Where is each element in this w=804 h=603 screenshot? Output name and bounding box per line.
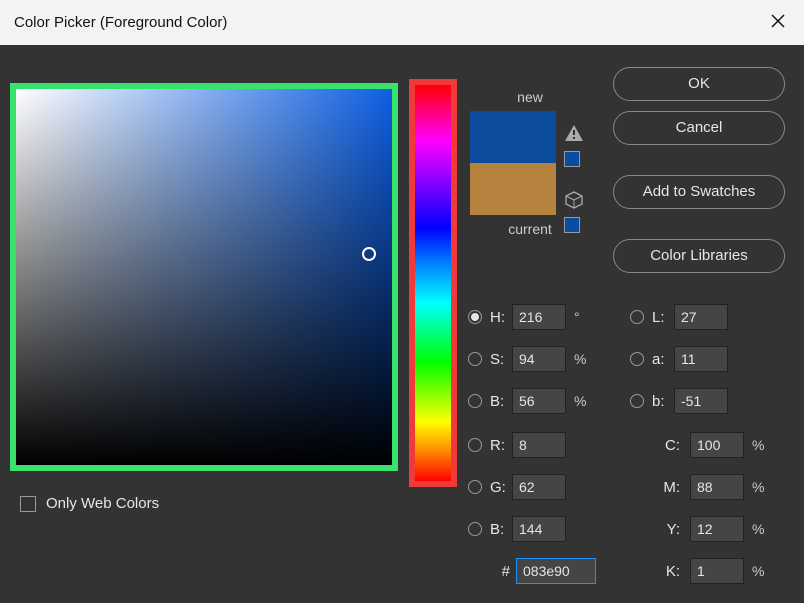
ok-button[interactable]: OK <box>613 67 785 101</box>
b-lab-input[interactable] <box>674 388 728 414</box>
gamut-warning-icon[interactable] <box>564 125 584 145</box>
b-hsb-radio[interactable] <box>468 394 482 408</box>
g-input[interactable] <box>512 474 566 500</box>
current-color-swatch[interactable] <box>470 163 556 215</box>
cancel-button[interactable]: Cancel <box>613 111 785 145</box>
websafe-warning-icon[interactable] <box>564 191 584 211</box>
h-unit: ° <box>574 309 580 325</box>
h-radio[interactable] <box>468 310 482 324</box>
b-rgb-label: B: <box>490 521 512 538</box>
hex-label: # <box>490 563 510 580</box>
titlebar: Color Picker (Foreground Color) <box>0 0 804 45</box>
L-input[interactable] <box>674 304 728 330</box>
hue-strip-highlight <box>409 79 457 487</box>
new-label: new <box>470 89 590 105</box>
saturation-value-field[interactable] <box>16 89 392 465</box>
b-hsb-input[interactable] <box>512 388 566 414</box>
h-input[interactable] <box>512 304 566 330</box>
s-input[interactable] <box>512 346 566 372</box>
a-radio[interactable] <box>630 352 644 366</box>
b-hsb-label: B: <box>490 393 512 410</box>
field-cursor[interactable] <box>362 247 376 261</box>
g-radio[interactable] <box>468 480 482 494</box>
k-input[interactable] <box>690 558 744 584</box>
b-lab-label: b: <box>652 393 674 410</box>
websafe-swatch[interactable] <box>564 217 580 233</box>
hex-input[interactable] <box>516 558 596 584</box>
L-radio[interactable] <box>630 310 644 324</box>
c-unit: % <box>752 437 764 453</box>
window-title: Color Picker (Foreground Color) <box>14 14 227 31</box>
y-unit: % <box>752 521 764 537</box>
a-input[interactable] <box>674 346 728 372</box>
h-label: H: <box>490 309 512 326</box>
m-unit: % <box>752 479 764 495</box>
L-label: L: <box>652 309 674 326</box>
sv-field-highlight <box>10 83 398 471</box>
only-web-checkbox[interactable] <box>20 496 36 512</box>
a-label: a: <box>652 351 674 368</box>
y-label: Y: <box>652 521 680 538</box>
c-input[interactable] <box>690 432 744 458</box>
hue-strip[interactable] <box>415 85 451 481</box>
m-label: M: <box>652 479 680 496</box>
color-libraries-button[interactable]: Color Libraries <box>613 239 785 273</box>
k-label: K: <box>652 563 680 580</box>
s-label: S: <box>490 351 512 368</box>
s-unit: % <box>574 351 586 367</box>
r-label: R: <box>490 437 512 454</box>
k-unit: % <box>752 563 764 579</box>
c-label: C: <box>652 437 680 454</box>
gamut-swatch[interactable] <box>564 151 580 167</box>
r-radio[interactable] <box>468 438 482 452</box>
new-color-swatch[interactable] <box>470 111 556 163</box>
r-input[interactable] <box>512 432 566 458</box>
g-label: G: <box>490 479 512 496</box>
s-radio[interactable] <box>468 352 482 366</box>
m-input[interactable] <box>690 474 744 500</box>
b-lab-radio[interactable] <box>630 394 644 408</box>
b-hsb-unit: % <box>574 393 586 409</box>
only-web-label: Only Web Colors <box>46 495 159 512</box>
add-swatches-button[interactable]: Add to Swatches <box>613 175 785 209</box>
b-rgb-radio[interactable] <box>468 522 482 536</box>
b-rgb-input[interactable] <box>512 516 566 542</box>
close-icon[interactable] <box>766 9 790 36</box>
y-input[interactable] <box>690 516 744 542</box>
